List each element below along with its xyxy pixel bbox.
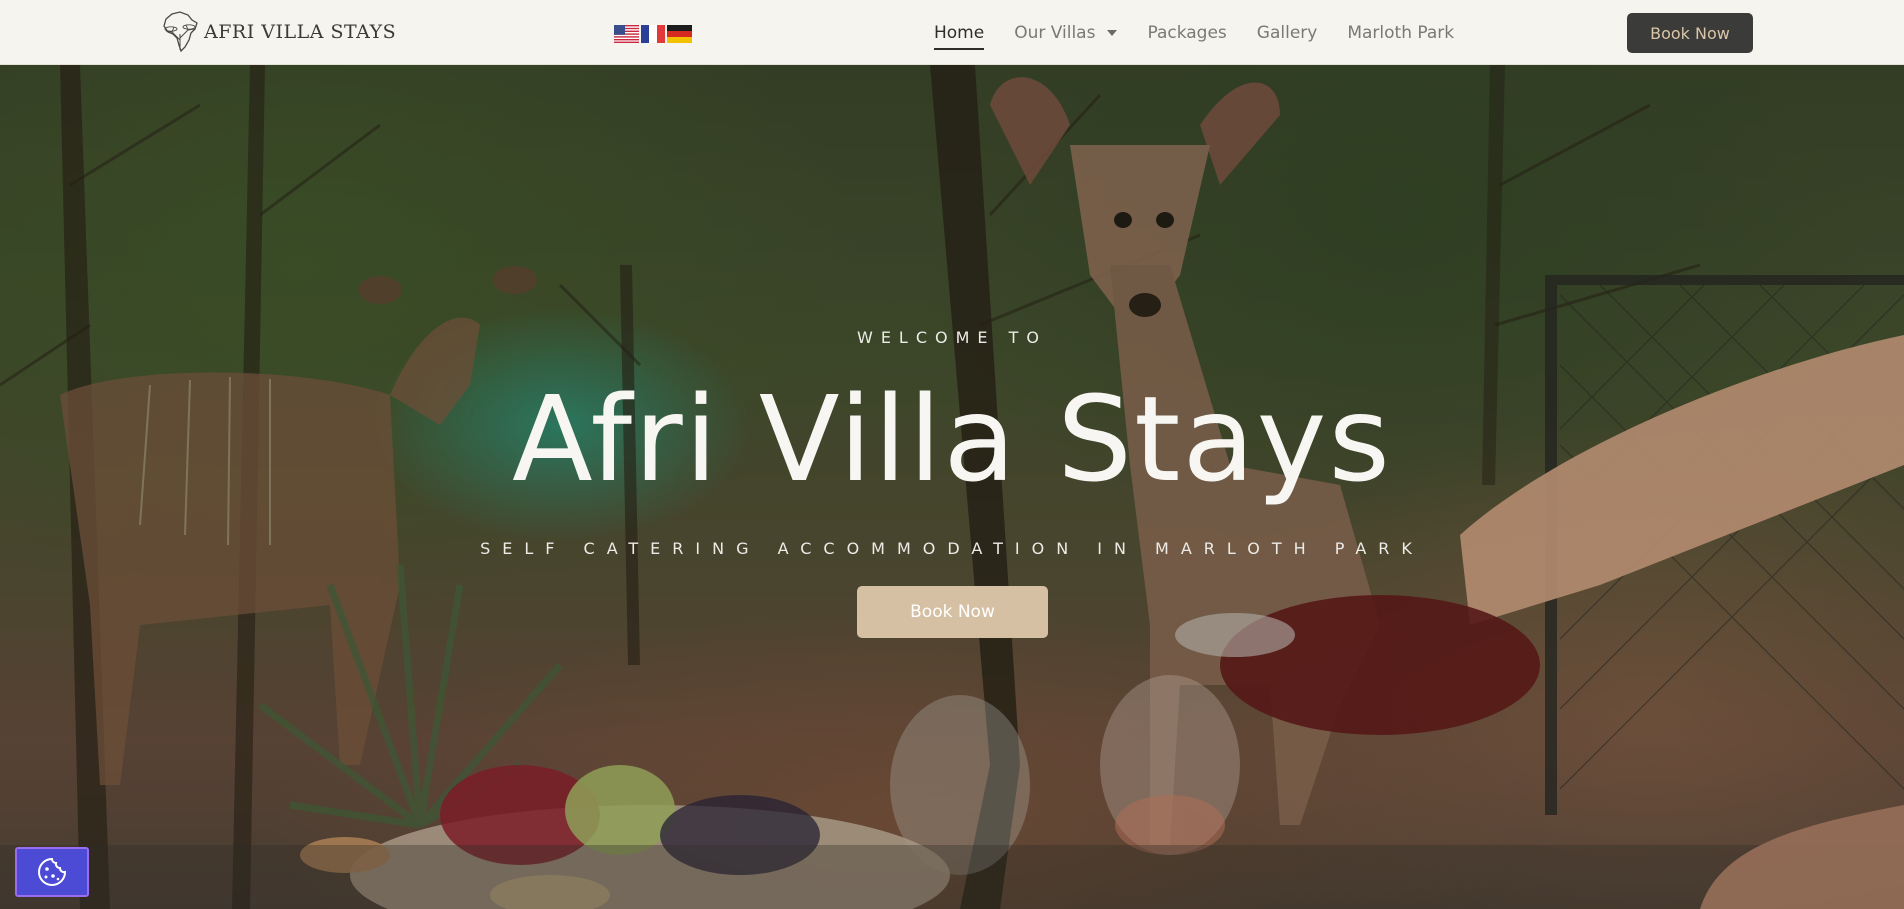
us-flag-icon[interactable] xyxy=(614,25,639,43)
brand-name: AFRI VILLA STAYS xyxy=(204,21,397,43)
brand-logo[interactable]: AFRI VILLA STAYS xyxy=(158,10,396,54)
hero-kicker: WELCOME TO xyxy=(857,328,1047,347)
nav-item-gallery[interactable]: Gallery xyxy=(1257,23,1318,43)
nav-item-home[interactable]: Home xyxy=(934,22,985,50)
hero-book-now-button[interactable]: Book Now xyxy=(857,586,1048,638)
france-flag-icon[interactable] xyxy=(641,25,665,43)
germany-flag-icon[interactable] xyxy=(667,25,692,43)
africa-acacia-logo-icon xyxy=(163,11,198,53)
nav-item-label: Gallery xyxy=(1256,22,1318,43)
cookie-icon xyxy=(38,857,67,886)
cookie-settings-button[interactable] xyxy=(15,847,89,897)
hero-subtitle: SELF CATERING ACCOMMODATION IN MARLOTH P… xyxy=(480,539,1424,558)
nav-item-label: Our Villas xyxy=(1014,22,1096,43)
chevron-down-icon xyxy=(1107,29,1118,36)
nav-item-label: Home xyxy=(934,22,985,43)
main-nav: Home Our Villas Packages Gallery Marloth… xyxy=(934,0,1484,65)
nav-item-label: Marloth Park xyxy=(1347,22,1455,43)
nav-item-packages[interactable]: Packages xyxy=(1147,23,1226,43)
language-switcher xyxy=(614,25,692,43)
nav-item-our-villas[interactable]: Our Villas xyxy=(1014,22,1118,43)
nav-item-marloth-park[interactable]: Marloth Park xyxy=(1347,23,1454,43)
nav-item-label: Packages xyxy=(1147,22,1227,43)
header-book-now-button[interactable]: Book Now xyxy=(1627,13,1753,53)
hero-title: Afri Villa Stays xyxy=(512,370,1392,508)
hero-section: WELCOME TO Afri Villa Stays SELF CATERIN… xyxy=(0,65,1904,909)
site-header: AFRI VILLA STAYS Home Our Villas Package… xyxy=(0,0,1904,65)
